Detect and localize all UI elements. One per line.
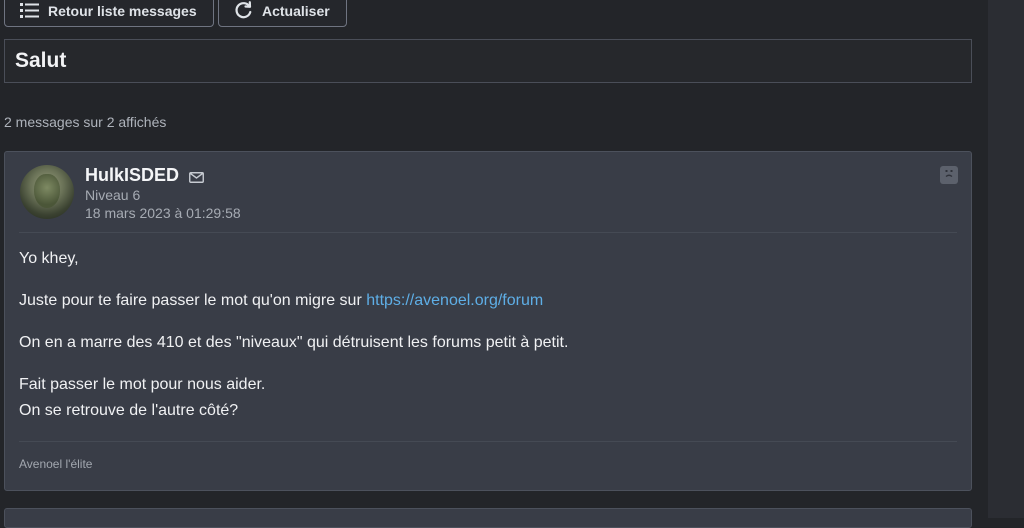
message-text: Juste pour te faire passer le mot qu'on …	[19, 292, 367, 309]
next-message-card	[4, 508, 972, 528]
list-icon	[20, 2, 39, 19]
message-line: Fait passer le mot pour nous aider.	[19, 376, 266, 393]
avatar[interactable]	[20, 165, 74, 219]
author-name[interactable]: HulkISDED	[85, 165, 179, 186]
envelope-icon[interactable]	[189, 170, 204, 188]
refresh-label: Actualiser	[262, 2, 330, 19]
sad-face-icon	[943, 166, 955, 184]
refresh-icon	[234, 1, 253, 20]
author-level: Niveau 6	[85, 187, 141, 203]
message-line: On en a marre des 410 et des "niveaux" q…	[19, 334, 569, 351]
messages-count: 2 messages sur 2 affichés	[4, 114, 167, 130]
topic-title: Salut	[15, 49, 67, 72]
back-to-list-button[interactable]: Retour liste messages	[4, 0, 214, 27]
topic-title-box: Salut	[4, 39, 972, 83]
message-line: On se retrouve de l'autre côté?	[19, 402, 239, 419]
post-date[interactable]: 18 mars 2023 à 01:29:58	[85, 205, 241, 221]
message-line-with-link: Juste pour te faire passer le mot qu'on …	[19, 292, 543, 310]
right-scroll-strip	[988, 0, 1024, 518]
message-card: HulkISDED Niveau 6 18 mars 2023 à 01:29:…	[4, 151, 972, 491]
message-line: Yo khey,	[19, 250, 79, 267]
avatar-face	[34, 174, 60, 208]
signature: Avenoel l'élite	[19, 457, 93, 471]
refresh-button[interactable]: Actualiser	[218, 0, 347, 27]
forum-link[interactable]: https://avenoel.org/forum	[366, 292, 543, 309]
report-button[interactable]	[940, 166, 958, 184]
signature-divider	[19, 441, 957, 442]
header-divider	[19, 232, 957, 233]
back-to-list-label: Retour liste messages	[48, 2, 197, 19]
